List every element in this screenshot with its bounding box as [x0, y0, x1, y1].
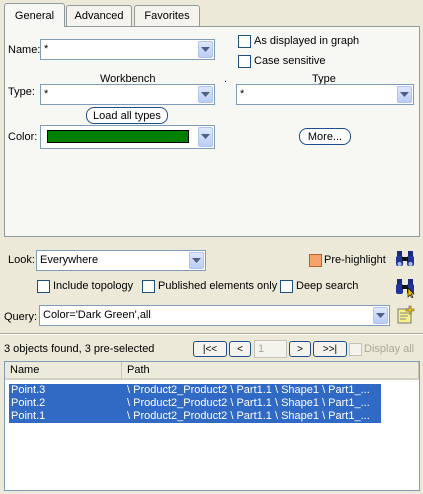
next-page-button[interactable]: > — [289, 341, 311, 357]
name-value: * — [44, 43, 49, 55]
tab-advanced[interactable]: Advanced — [66, 5, 132, 26]
include-topology-checkbox[interactable] — [37, 280, 50, 293]
row-name: Point.1 — [11, 410, 46, 422]
workbench-value: * — [44, 88, 49, 100]
chevron-down-icon[interactable] — [189, 252, 204, 269]
name-label: Name: — [8, 44, 41, 56]
look-value: Everywhere — [40, 254, 99, 266]
results-list[interactable]: Name Path Point.3 \ Product2_Product2 \ … — [4, 361, 420, 491]
type-value: * — [240, 88, 245, 100]
deep-search-checkbox[interactable] — [280, 280, 293, 293]
color-combo[interactable] — [40, 125, 215, 149]
tab-favorites[interactable]: Favorites — [134, 5, 200, 26]
type-combo[interactable]: * — [236, 84, 414, 105]
pre-highlight-checkbox[interactable] — [309, 254, 322, 267]
more-button[interactable]: More... — [299, 128, 351, 145]
divider — [0, 333, 423, 335]
look-label: Look: — [8, 254, 35, 266]
chevron-down-icon[interactable] — [198, 41, 213, 58]
add-favorite-icon[interactable] — [395, 304, 417, 326]
query-label: Query: — [4, 311, 38, 323]
page-number-field[interactable]: 1 — [254, 340, 287, 358]
query-value: Color='Dark Green',all — [43, 309, 151, 321]
case-sensitive-checkbox[interactable] — [238, 55, 251, 68]
query-combo[interactable]: Color='Dark Green',all — [39, 305, 390, 326]
chevron-down-icon[interactable] — [198, 86, 213, 103]
list-item[interactable]: Point.3 \ Product2_Product2 \ Part1.1 \ … — [9, 384, 381, 397]
binoculars-search-icon[interactable] — [394, 248, 416, 270]
workbench-combo[interactable]: * — [40, 84, 215, 105]
chevron-down-icon[interactable] — [373, 307, 388, 324]
look-combo[interactable]: Everywhere — [36, 250, 206, 271]
row-path: \ Product2_Product2 \ Part1.1 \ Shape1 \… — [127, 410, 370, 422]
as-displayed-checkbox[interactable] — [238, 35, 251, 48]
case-sensitive-label: Case sensitive — [254, 55, 326, 67]
column-header-path[interactable]: Path — [122, 362, 419, 380]
pre-highlight-label: Pre-highlight — [324, 254, 386, 266]
type-label: Type: — [8, 86, 35, 98]
chevron-down-icon[interactable] — [198, 127, 213, 147]
results-status: 3 objects found, 3 pre-selected — [4, 343, 155, 355]
color-swatch — [47, 130, 189, 143]
as-displayed-label: As displayed in graph — [254, 35, 360, 47]
row-path: \ Product2_Product2 \ Part1.1 \ Shape1 \… — [127, 397, 370, 409]
column-header-name[interactable]: Name — [5, 362, 122, 380]
row-name: Point.2 — [11, 397, 46, 409]
published-only-label: Published elements only — [158, 280, 278, 292]
deep-search-label: Deep search — [296, 280, 359, 292]
chevron-down-icon[interactable] — [397, 86, 412, 103]
binoculars-select-icon[interactable] — [394, 276, 416, 298]
row-path: \ Product2_Product2 \ Part1.1 \ Shape1 \… — [127, 384, 370, 396]
tab-general[interactable]: General — [4, 3, 65, 27]
load-all-types-button[interactable]: Load all types — [86, 107, 168, 124]
row-name: Point.3 — [11, 384, 46, 396]
last-page-button[interactable]: >>| — [313, 341, 347, 357]
color-label: Color: — [8, 131, 38, 143]
separator-dot: . — [224, 73, 228, 85]
published-only-checkbox[interactable] — [142, 280, 155, 293]
first-page-button[interactable]: |<< — [193, 341, 227, 357]
list-item[interactable]: Point.1 \ Product2_Product2 \ Part1.1 \ … — [9, 410, 381, 423]
prev-page-button[interactable]: < — [229, 341, 251, 357]
display-all-label: Display all — [364, 343, 415, 355]
display-all-checkbox[interactable] — [349, 343, 362, 356]
name-combo[interactable]: * — [40, 39, 215, 60]
include-topology-label: Include topology — [53, 280, 134, 292]
list-item[interactable]: Point.2 \ Product2_Product2 \ Part1.1 \ … — [9, 397, 381, 410]
